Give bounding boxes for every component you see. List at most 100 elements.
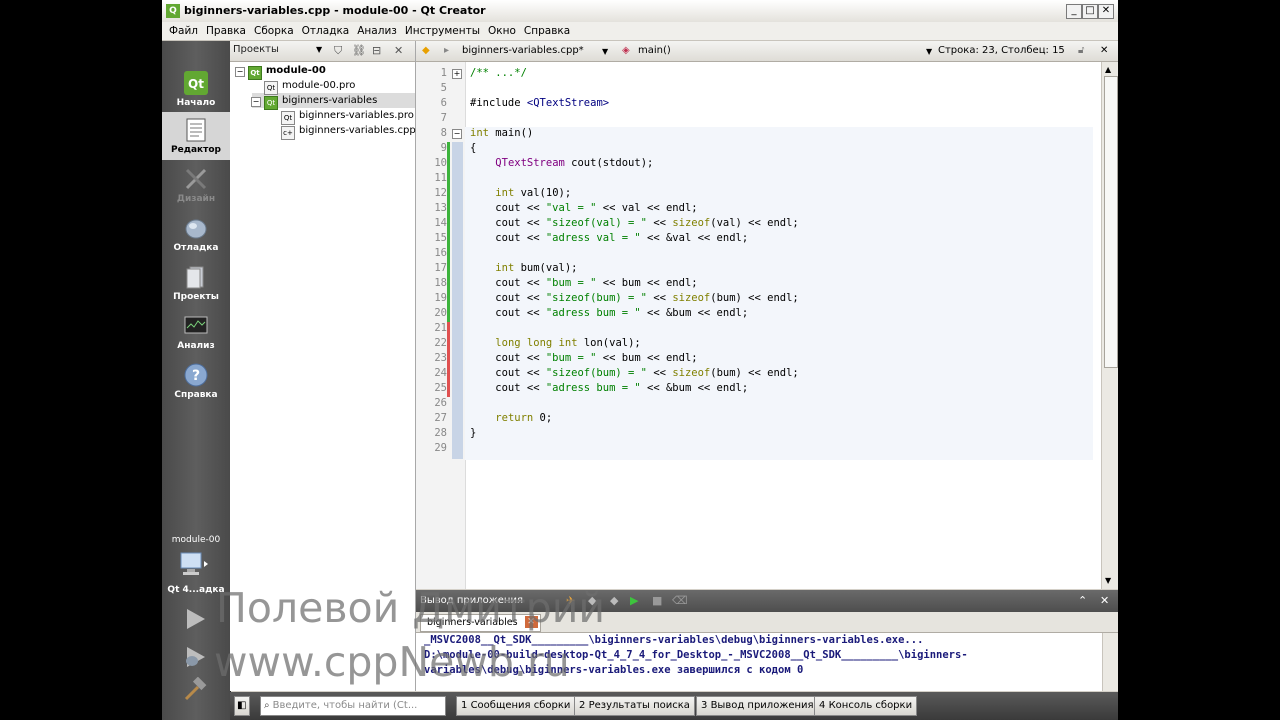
- close-window-button[interactable]: ✕: [1098, 4, 1114, 19]
- mode-welcome-label: Начало: [176, 98, 216, 108]
- code-line: {: [470, 142, 477, 154]
- mode-analyze[interactable]: Анализ: [162, 308, 230, 356]
- qt-project-icon: Qt: [264, 96, 278, 110]
- chevron-down-icon[interactable]: ▼: [316, 45, 322, 54]
- pane-label: Результаты поиска: [588, 700, 690, 711]
- expand-icon[interactable]: +: [452, 69, 462, 79]
- line-number: 18: [434, 277, 447, 289]
- mode-design[interactable]: Дизайн: [162, 161, 230, 209]
- build-hammer-icon[interactable]: [180, 677, 210, 703]
- function-icon: ◈: [622, 45, 630, 56]
- line-number: 23: [434, 352, 447, 364]
- scroll-up-arrow[interactable]: ▲: [1105, 65, 1111, 74]
- mode-projects-label: Проекты: [173, 292, 219, 302]
- start-debugging-icon[interactable]: [180, 644, 210, 670]
- maximize-button[interactable]: □: [1082, 4, 1098, 19]
- design-tools-icon: [185, 168, 207, 190]
- open-file-selector[interactable]: biginners-variables.cpp*: [462, 45, 584, 56]
- mode-projects[interactable]: Проекты: [162, 259, 230, 307]
- code-line: cout << "adress bum = " << &bum << endl;: [470, 382, 749, 394]
- menu-tools[interactable]: Инструменты: [401, 22, 484, 40]
- line-number: 1: [440, 67, 447, 79]
- line-number: 8: [440, 127, 447, 139]
- menu-bar: Файл Правка Сборка Отладка Анализ Инструменты…: [162, 22, 1118, 41]
- line-number: 5: [440, 82, 447, 94]
- projects-view-selector[interactable]: Проекты: [233, 44, 279, 55]
- tree-item-module-pro[interactable]: Qt module-00.pro: [264, 78, 356, 95]
- scrollbar-thumb[interactable]: [1104, 76, 1118, 368]
- fold-range-bar: [452, 142, 463, 459]
- target-computer-icon[interactable]: [179, 551, 209, 577]
- mode-debug[interactable]: Отладка: [162, 210, 230, 258]
- tree-item-label: module-00: [266, 65, 326, 76]
- pane-button-build-messages[interactable]: 1 Сообщения сборки: [456, 696, 576, 716]
- symbol-selector[interactable]: main(): [638, 45, 671, 56]
- tree-item-subproject[interactable]: Qt biginners-variables: [264, 93, 377, 110]
- editor-vertical-scrollbar[interactable]: ▲ ▼: [1101, 62, 1118, 589]
- tree-item-cpp[interactable]: c+ biginners-variables.cpp: [281, 123, 416, 140]
- next-icon[interactable]: ◆: [610, 594, 618, 607]
- collapse-icon[interactable]: −: [251, 97, 261, 107]
- menu-edit[interactable]: Правка: [202, 22, 250, 40]
- tree-item-subproject-pro[interactable]: Qt biginners-variables.pro: [281, 108, 414, 125]
- collapse-icon[interactable]: −: [235, 67, 245, 77]
- line-number: 7: [440, 112, 447, 124]
- close-icon[interactable]: ✕: [394, 44, 403, 57]
- line-number: 10: [434, 157, 447, 169]
- mode-help[interactable]: ? Справка: [162, 357, 230, 405]
- code-line: cout << "val = " << val << endl;: [470, 202, 698, 214]
- chevron-down-icon[interactable]: ▼: [602, 47, 608, 56]
- pane-label: Консоль сборки: [828, 700, 913, 711]
- run-icon[interactable]: ▶: [630, 594, 638, 607]
- collapse-icon[interactable]: −: [452, 129, 462, 139]
- menu-debug[interactable]: Отладка: [298, 22, 354, 40]
- forward-arrow-icon[interactable]: ▸: [444, 45, 449, 56]
- stop-icon[interactable]: ■: [652, 594, 662, 607]
- filter-icon[interactable]: ⛉: [334, 44, 342, 58]
- line-number: 9: [440, 142, 447, 154]
- mode-edit-label: Редактор: [171, 145, 221, 155]
- minimize-button[interactable]: _: [1066, 4, 1082, 19]
- menu-file[interactable]: Файл: [162, 22, 202, 40]
- tree-item-label: module-00.pro: [282, 80, 356, 91]
- menu-help[interactable]: Справка: [520, 22, 574, 40]
- pane-label: Сообщения сборки: [470, 700, 571, 711]
- pane-button-app-output[interactable]: 3 Вывод приложения: [696, 696, 819, 716]
- pane-number: 4: [819, 700, 826, 711]
- code-line: long long int lon(val);: [495, 337, 641, 349]
- clear-icon[interactable]: ⌫: [672, 594, 688, 607]
- tree-item-module[interactable]: Qt module-00: [248, 63, 326, 80]
- target-project-name: module-00: [171, 535, 221, 545]
- close-pane-icon[interactable]: ✕: [1100, 594, 1109, 607]
- code-line: cout << "bum = " << bum << endl;: [470, 277, 698, 289]
- locator-search-input[interactable]: ⌕ Введите, чтобы найти (Ct...: [260, 696, 446, 716]
- watermark-author: Полевой Дмитрий: [216, 584, 606, 632]
- line-number: 22: [434, 337, 447, 349]
- code-line: cout << "sizeof(bum) = " << sizeof(bum) …: [470, 367, 799, 379]
- maximize-pane-icon[interactable]: ⌃: [1078, 594, 1087, 607]
- back-arrow-icon[interactable]: ◆: [422, 45, 430, 56]
- lock-icon[interactable]: 🔓︎: [1078, 45, 1084, 56]
- toggle-sidebar-button[interactable]: ◧: [234, 696, 250, 716]
- scroll-down-arrow[interactable]: ▼: [1105, 576, 1111, 585]
- debug-bug-icon: [185, 219, 207, 239]
- mode-welcome[interactable]: Qt Начало: [162, 65, 230, 113]
- cursor-position: Строка: 23, Столбец: 15: [938, 45, 1065, 56]
- pane-number: 1: [461, 700, 468, 711]
- line-number: 14: [434, 217, 447, 229]
- link-icon[interactable]: ⛓: [352, 44, 366, 57]
- mode-edit[interactable]: Редактор: [162, 112, 230, 160]
- run-icon[interactable]: [180, 606, 210, 632]
- window-title: biginners-variables.cpp - module-00 - Qt…: [184, 4, 486, 17]
- output-vertical-scrollbar[interactable]: [1102, 633, 1118, 691]
- pane-button-compile-output[interactable]: 4 Консоль сборки: [814, 696, 918, 716]
- menu-window[interactable]: Окно: [484, 22, 520, 40]
- qt-project-icon: Qt: [248, 66, 262, 80]
- line-number: 29: [434, 442, 447, 454]
- close-document-icon[interactable]: ✕: [1100, 45, 1108, 56]
- menu-analyze[interactable]: Анализ: [353, 22, 401, 40]
- pane-button-search-results[interactable]: 2 Результаты поиска: [574, 696, 695, 716]
- menu-build[interactable]: Сборка: [250, 22, 298, 40]
- split-icon[interactable]: ⊟: [372, 44, 381, 57]
- code-editor[interactable]: + − 1 /** ...*/ 5 6 #include <QTextStream> 7 8…: [416, 62, 1118, 589]
